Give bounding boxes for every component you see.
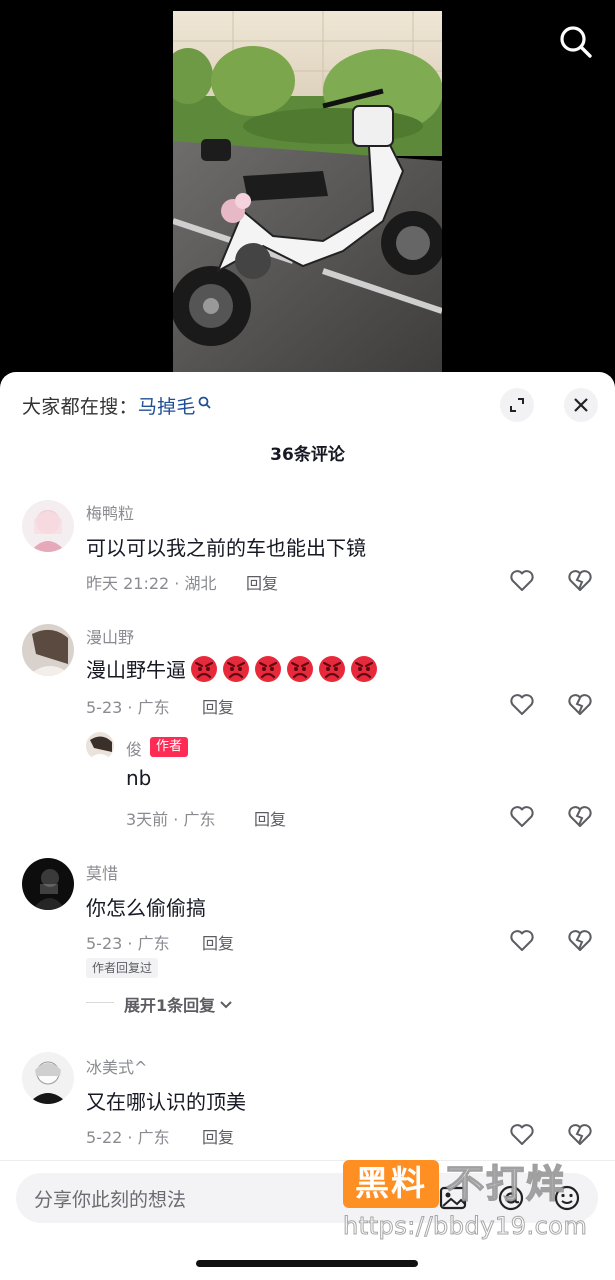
- watermark-badge: 黑料: [343, 1160, 439, 1208]
- home-indicator: [196, 1260, 418, 1267]
- comment-meta: 5-23 · 广东: [86, 698, 170, 717]
- avatar[interactable]: [22, 858, 74, 910]
- dislike-icon[interactable]: [566, 1120, 594, 1148]
- angry-face-icon: [319, 655, 345, 682]
- scooter-photo: [173, 11, 442, 372]
- comment-text[interactable]: 又在哪认识的顶美: [86, 1086, 246, 1115]
- reply-button[interactable]: 回复: [202, 1124, 234, 1148]
- comment-count: 36条评论: [270, 445, 345, 465]
- angry-face-icon: [255, 655, 281, 682]
- comment-meta: 5-23 · 广东: [86, 934, 170, 953]
- like-icon[interactable]: [508, 566, 536, 594]
- expand-sheet-button[interactable]: [500, 388, 534, 422]
- search-button[interactable]: [556, 22, 596, 62]
- like-icon[interactable]: [508, 802, 536, 830]
- angry-face-icon: [287, 655, 313, 682]
- expand-replies-label: 展开1条回复: [124, 996, 216, 1015]
- search-icon: [560, 26, 592, 58]
- comment-meta: 5-22 · 广东: [86, 1128, 170, 1147]
- comment-text[interactable]: 你怎么偷偷搞: [86, 892, 206, 921]
- expand-icon: [510, 398, 524, 412]
- comment-author[interactable]: 梅鸭粒: [86, 500, 134, 524]
- search-small-icon: [198, 396, 211, 409]
- avatar[interactable]: [22, 1052, 74, 1104]
- hot-search-keyword[interactable]: 马掉毛: [138, 396, 196, 418]
- reply-button[interactable]: 回复: [202, 930, 234, 954]
- hot-search-label: 大家都在搜：: [22, 396, 138, 418]
- comment-author[interactable]: 冰美式^: [86, 1054, 147, 1078]
- dislike-icon[interactable]: [566, 926, 594, 954]
- angry-face-icon: [223, 655, 249, 682]
- dislike-icon[interactable]: [566, 802, 594, 830]
- comment-item: 梅鸭粒 可以可以我之前的车也能出下镜 昨天 21:22 · 湖北 回复: [0, 498, 615, 598]
- comment-item: 莫惜 你怎么偷偷搞 5-23 · 广东 回复 作者回复过 展开1条回复: [0, 858, 615, 1018]
- comment-text[interactable]: 漫山野牛逼: [86, 654, 378, 683]
- avatar[interactable]: [22, 500, 74, 552]
- reply-button[interactable]: 回复: [246, 570, 278, 594]
- watermark-text: 不打烊: [445, 1161, 567, 1207]
- dislike-icon[interactable]: [566, 690, 594, 718]
- reply-button[interactable]: 回复: [254, 806, 286, 830]
- comment-item: 冰美式^ 又在哪认识的顶美 5-22 · 广东 回复: [0, 1052, 615, 1152]
- emoji-row: [186, 655, 378, 683]
- comment-sheet: 大家都在搜：马掉毛 36条评论 梅鸭粒 可以可以我之前的车也能出下镜 昨天 21…: [0, 372, 615, 1280]
- avatar[interactable]: [22, 624, 74, 676]
- video-thumbnail[interactable]: [173, 11, 442, 372]
- expand-replies-button[interactable]: 展开1条回复: [124, 992, 233, 1016]
- comment-input-placeholder: 分享你此刻的想法: [34, 1189, 187, 1211]
- divider: [86, 1002, 114, 1003]
- reply-author[interactable]: 俊: [126, 736, 142, 760]
- close-icon: [574, 398, 588, 412]
- comment-text-body: 漫山野牛逼: [86, 658, 186, 682]
- author-tag: 作者: [150, 737, 189, 757]
- angry-face-icon: [191, 655, 217, 682]
- comment-author[interactable]: 漫山野: [86, 624, 134, 648]
- reply-meta: 3天前 · 广东: [126, 810, 216, 829]
- like-icon[interactable]: [508, 690, 536, 718]
- comment-item: 漫山野 漫山野牛逼 5-23 · 广东 回复 俊 作者 nb 3天前 · 广东 …: [0, 622, 615, 842]
- like-icon[interactable]: [508, 926, 536, 954]
- reply-avatar[interactable]: [86, 732, 114, 760]
- watermark-url: https://bbdy19.com: [342, 1212, 588, 1241]
- close-sheet-button[interactable]: [564, 388, 598, 422]
- dislike-icon[interactable]: [566, 566, 594, 594]
- reply-text[interactable]: nb: [126, 766, 151, 790]
- author-replied-badge: 作者回复过: [86, 958, 159, 978]
- like-icon[interactable]: [508, 1120, 536, 1148]
- comment-author[interactable]: 莫惜: [86, 860, 118, 884]
- hot-search-bar[interactable]: 大家都在搜：马掉毛: [22, 392, 211, 419]
- comment-meta: 昨天 21:22 · 湖北: [86, 574, 217, 593]
- reply-button[interactable]: 回复: [202, 694, 234, 718]
- comment-text[interactable]: 可以可以我之前的车也能出下镜: [86, 532, 366, 561]
- video-player[interactable]: [0, 0, 615, 372]
- angry-face-icon: [351, 655, 377, 682]
- chevron-down-icon: [220, 1001, 232, 1009]
